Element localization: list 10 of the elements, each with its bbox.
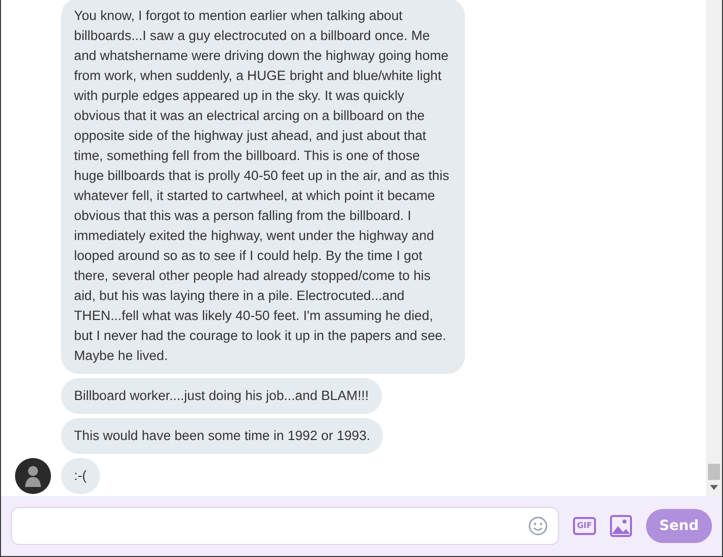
gif-button[interactable]: GIF: [572, 517, 596, 535]
image-icon[interactable]: [610, 515, 632, 537]
scrollbar[interactable]: [706, 0, 722, 496]
avatar-icon: [15, 458, 51, 494]
message-bubble: This would have been some time in 1992 or 1993.: [61, 418, 384, 454]
message-bubble: :-(: [61, 458, 100, 494]
message-bubble: Billboard worker....just doing his job...and BLAM!!!: [61, 378, 382, 414]
message-input-field[interactable]: [11, 507, 559, 545]
message-bubble: You know, I forgot to mention earlier when talking about billboards...I saw a guy electrocuted on a billboard once. Me and whatshername were driving down the highway going home from work, when suddenly, a HUGE bright and blue/white light with purple edges appeared up in the sky. It was quickly obvious that it was an electrical arcing on a billboard on the opposite side of the highway just ahead, and just about that time, something fell from the billboard. This is one of those huge billboards that is prolly 40-50 feet up in the air, and as this whatever fell, it started to cartwheel, at which point it became obvious that this was a person falling from the billboard. I immediately exited the highway, went under the highway and looped around so as to see if I could help. By the time I got there, several other people had already stopped/come to his aid, but his was laying there in a pile. Electrocuted...and THEN...fell what was likely 40-50 feet. I'm assuming he died, but I never had the courage to look it up in the papers and see. Maybe he lived.: [61, 0, 465, 374]
emoji-icon[interactable]: [528, 516, 548, 536]
